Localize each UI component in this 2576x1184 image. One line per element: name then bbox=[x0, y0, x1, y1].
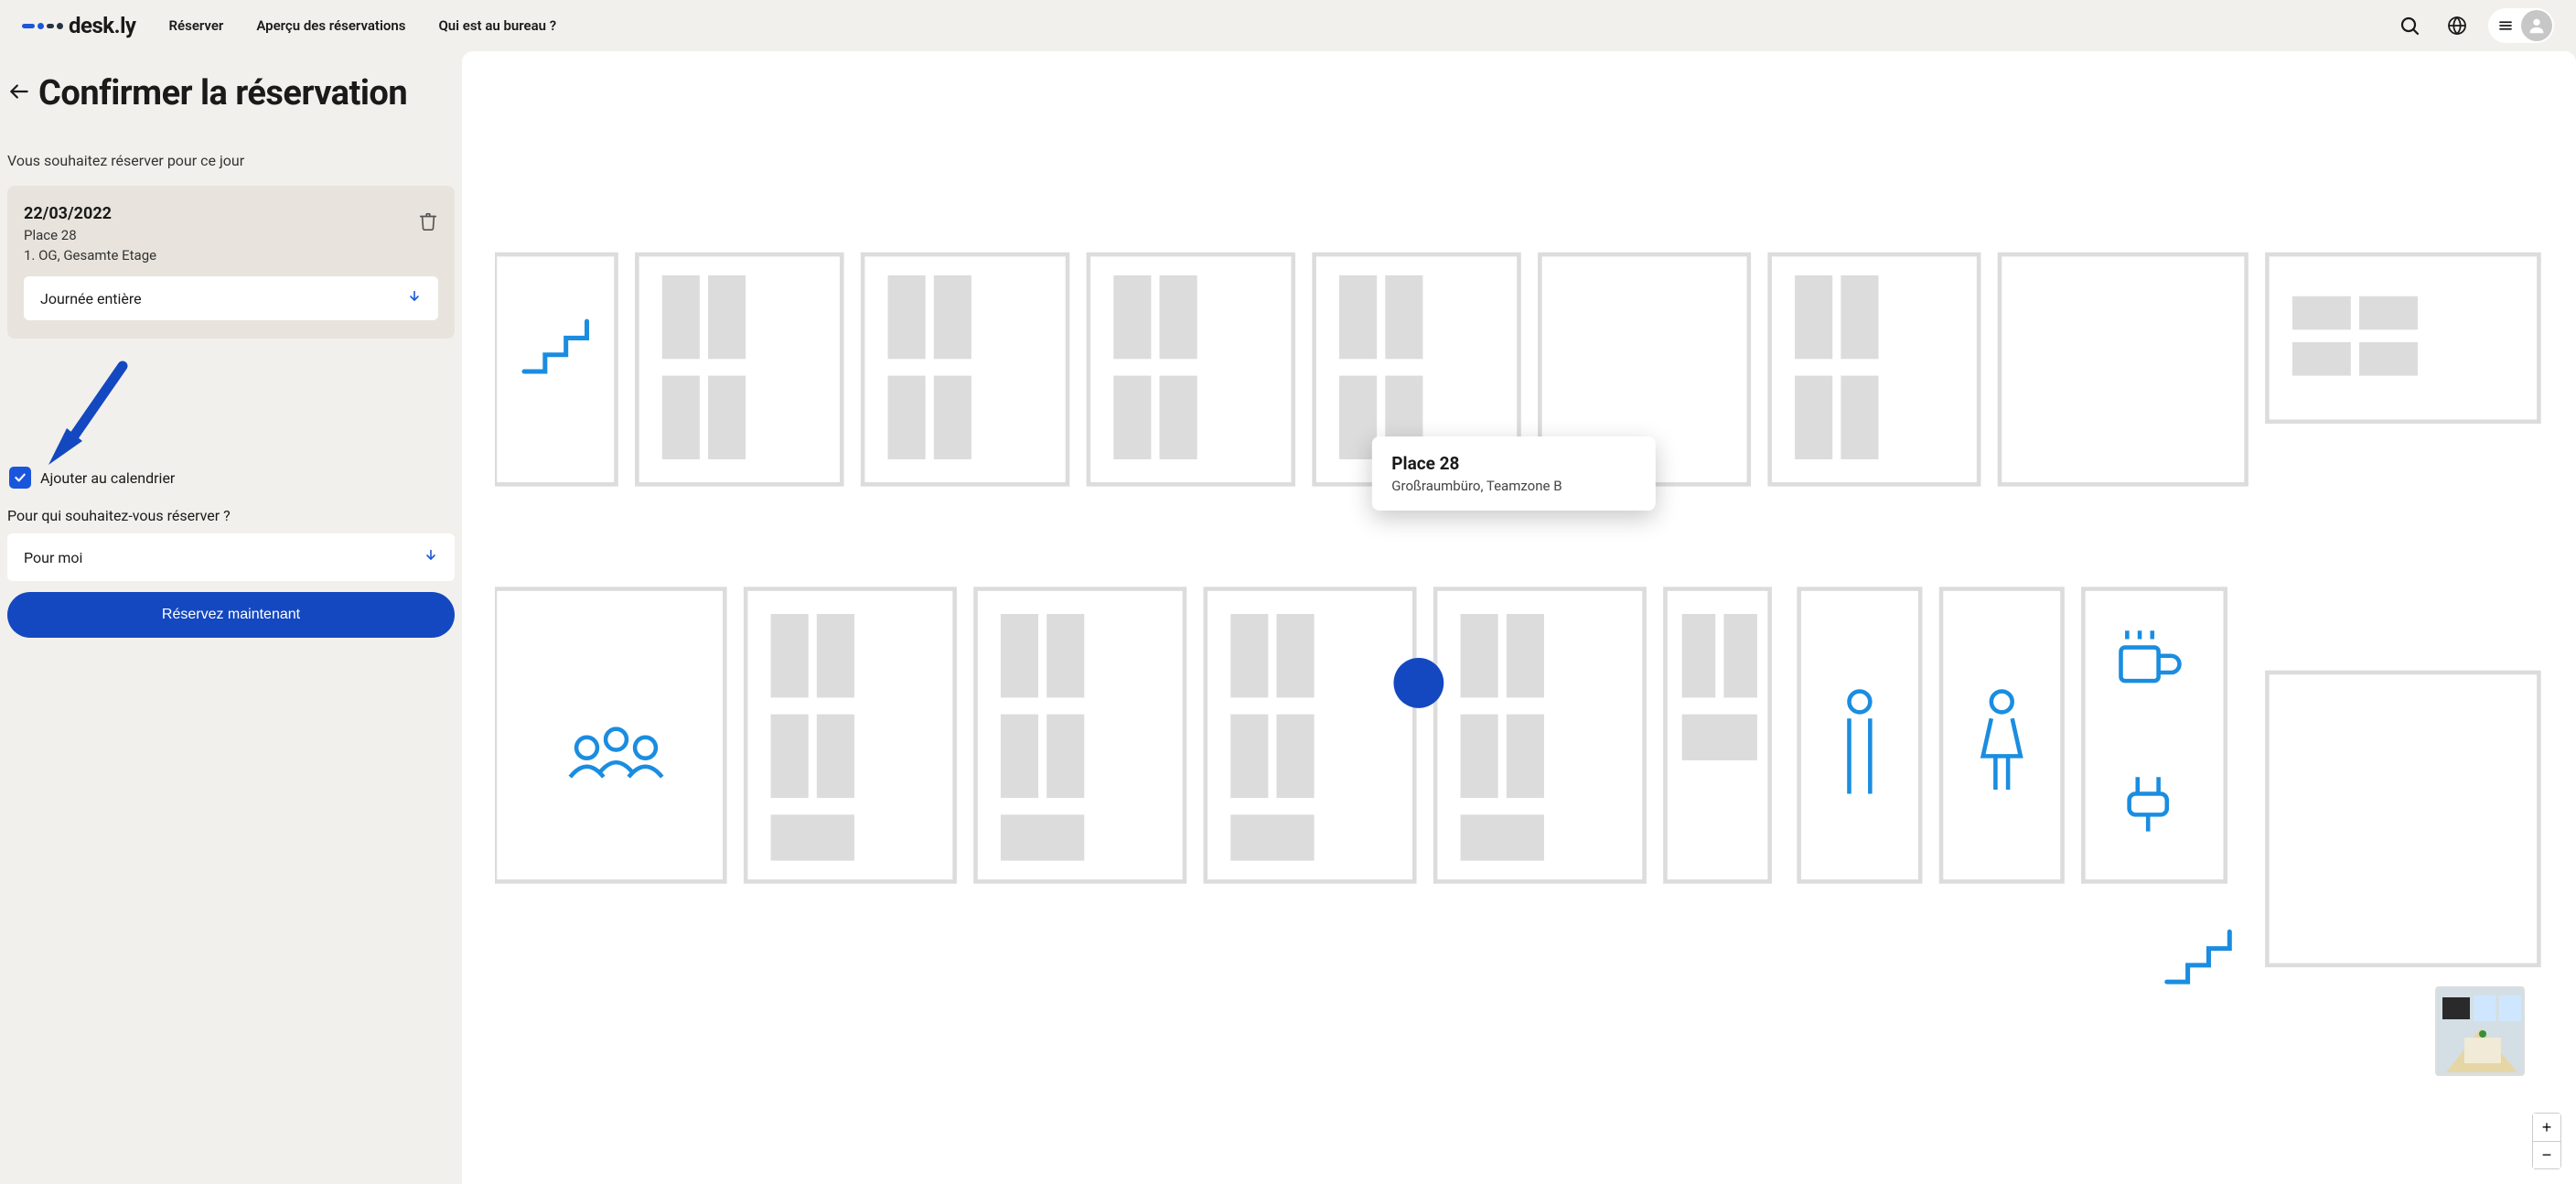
add-calendar-checkbox[interactable] bbox=[9, 467, 31, 489]
chevron-down-icon bbox=[407, 289, 422, 307]
plug-icon bbox=[2130, 777, 2167, 831]
duration-value: Journée entière bbox=[40, 290, 142, 307]
coffee-icon bbox=[2120, 630, 2179, 681]
menu-icon bbox=[2497, 17, 2514, 34]
reserve-now-button[interactable]: Réservez maintenant bbox=[7, 592, 455, 638]
tooltip-title: Place 28 bbox=[1391, 453, 1616, 474]
booking-place: Place 28 bbox=[24, 227, 438, 243]
avatar bbox=[2521, 10, 2552, 41]
check-icon bbox=[13, 470, 27, 485]
duration-select[interactable]: Journée entière bbox=[24, 276, 438, 320]
booking-date: 22/03/2022 bbox=[24, 204, 438, 223]
subheading: Vous souhaitez réserver pour ce jour bbox=[7, 152, 455, 169]
trash-icon bbox=[418, 211, 438, 231]
nav-who[interactable]: Qui est au bureau ? bbox=[438, 17, 556, 34]
globe-icon[interactable] bbox=[2441, 9, 2474, 42]
profile-menu[interactable] bbox=[2488, 8, 2554, 43]
person-icon bbox=[2527, 16, 2547, 36]
logo-mark-icon bbox=[22, 23, 63, 29]
arrow-down-left-icon bbox=[35, 357, 135, 476]
main-nav: Réserver Aperçu des réservations Qui est… bbox=[169, 17, 557, 34]
zoom-out-button[interactable]: − bbox=[2533, 1141, 2560, 1168]
tooltip-subtitle: Großraumbüro, Teamzone B bbox=[1391, 478, 1616, 494]
team-icon bbox=[570, 729, 662, 778]
zoom-in-button[interactable]: + bbox=[2533, 1114, 2560, 1141]
logo-text: desk.ly bbox=[69, 13, 136, 38]
annotation-arrow bbox=[7, 366, 455, 467]
chevron-down-icon bbox=[424, 548, 438, 566]
floorplan[interactable] bbox=[462, 51, 2576, 1184]
selected-seat-marker bbox=[1393, 658, 1444, 708]
for-whom-value: Pour moi bbox=[24, 549, 82, 566]
page-title: Confirmer la réservation bbox=[38, 73, 407, 113]
floorplan-panel: Place 28 Großraumbüro, Teamzone B + − bbox=[462, 51, 2576, 1184]
booking-floor: 1. OG, Gesamte Etage bbox=[24, 247, 438, 264]
for-whom-select[interactable]: Pour moi bbox=[7, 533, 455, 581]
logo[interactable]: desk.ly bbox=[22, 13, 136, 38]
seat-tooltip: Place 28 Großraumbüro, Teamzone B bbox=[1371, 436, 1655, 511]
arrow-left-icon bbox=[7, 80, 31, 103]
nav-reserve[interactable]: Réserver bbox=[169, 17, 224, 34]
search-icon[interactable] bbox=[2393, 9, 2426, 42]
back-button[interactable] bbox=[7, 80, 31, 107]
booking-card: 22/03/2022 Place 28 1. OG, Gesamte Etage… bbox=[7, 186, 455, 339]
delete-booking-button[interactable] bbox=[418, 211, 438, 235]
booking-sidebar: Confirmer la réservation Vous souhaitez … bbox=[0, 51, 462, 1184]
nav-overview[interactable]: Aperçu des réservations bbox=[256, 17, 405, 34]
toilet-male-icon bbox=[1849, 692, 1870, 794]
app-header: desk.ly Réserver Aperçu des réservations… bbox=[0, 0, 2576, 51]
zoom-controls: + − bbox=[2532, 1113, 2561, 1169]
room-photo[interactable] bbox=[2435, 986, 2525, 1076]
stairs-icon bbox=[2167, 931, 2230, 982]
toilet-female-icon bbox=[1983, 692, 2021, 790]
for-whom-label: Pour qui souhaitez-vous réserver ? bbox=[7, 507, 455, 524]
